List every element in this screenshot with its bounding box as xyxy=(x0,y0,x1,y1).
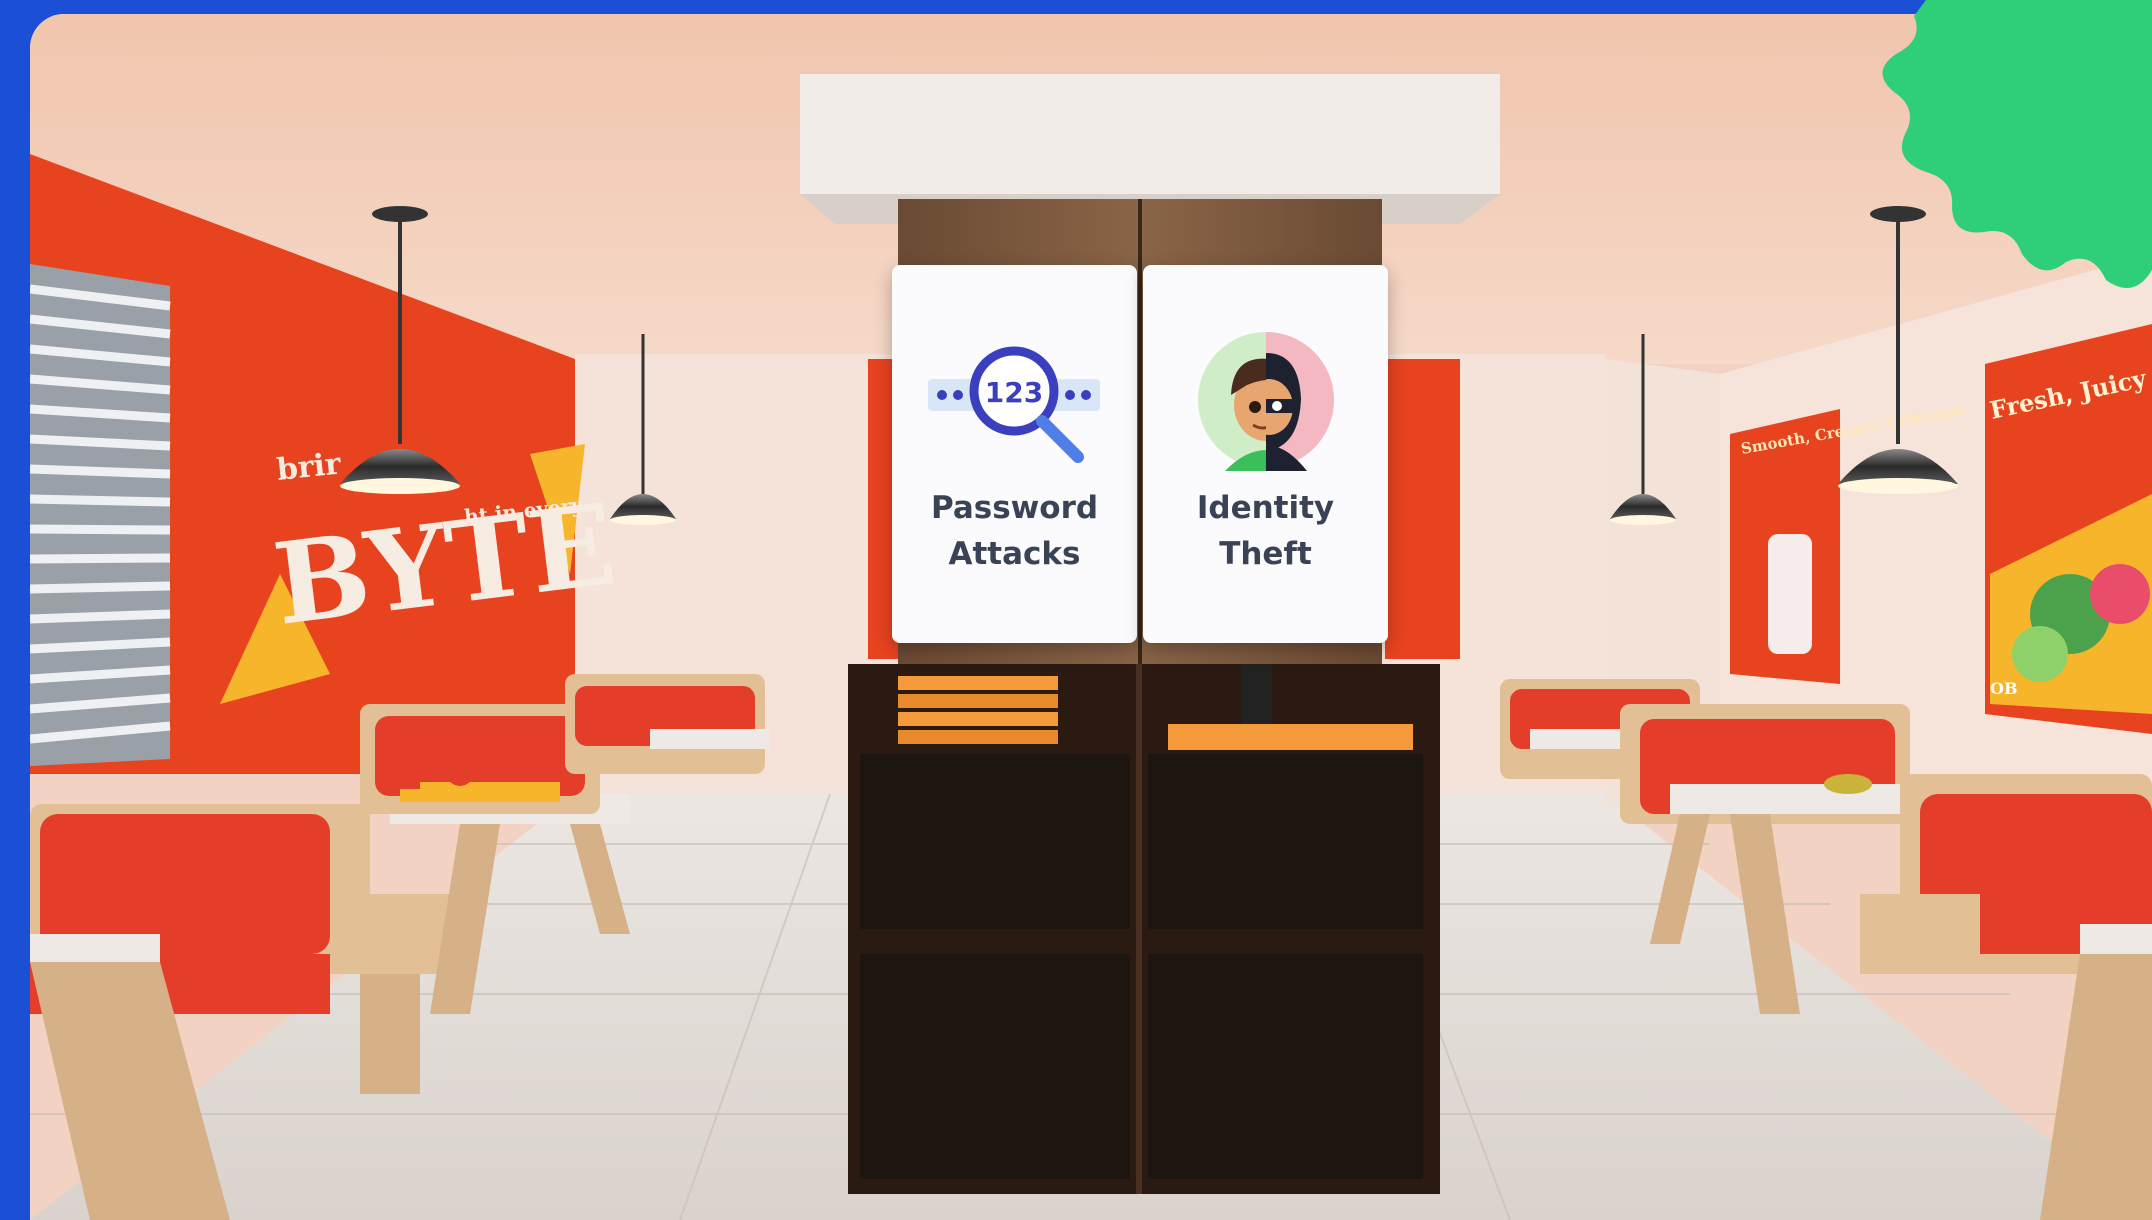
card-title-line2: Attacks xyxy=(948,536,1081,572)
identity-theft-label: Identity Theft xyxy=(1143,485,1388,577)
restaurant-scene: brir ht in every BYTE Smooth, Creamy, De… xyxy=(30,14,2152,1220)
magnifier-123-icon: 123 xyxy=(928,339,1100,469)
password-attacks-label: Password Attacks xyxy=(892,485,1137,577)
green-splat-decoration xyxy=(1882,0,2152,288)
app-frame: brir ht in every BYTE Smooth, Creamy, De… xyxy=(0,0,2152,1220)
wall-sign-text-left: brir xyxy=(275,446,343,488)
card-title-line1: Identity xyxy=(1196,490,1335,526)
icon-number-text: 123 xyxy=(985,376,1043,409)
card-title-line2: Theft xyxy=(1219,536,1312,572)
split-face-hacker-icon xyxy=(1195,329,1337,471)
password-attacks-card[interactable]: 123 Password Attacks xyxy=(892,265,1137,643)
identity-theft-card[interactable]: Identity Theft xyxy=(1143,265,1388,643)
poster-large: Fresh, Juicy & Bursting OB xyxy=(1985,324,2152,734)
card-title-line1: Password xyxy=(930,490,1099,526)
svg-text:OB: OB xyxy=(1990,679,2017,698)
